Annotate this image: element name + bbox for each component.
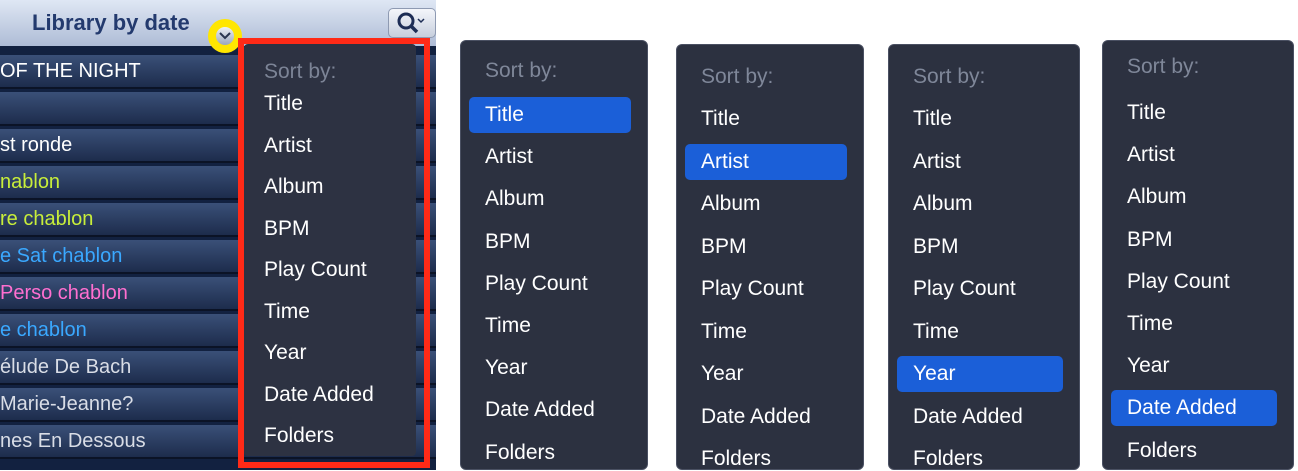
track-title: nes En Dessous	[0, 430, 146, 452]
sort-option-artist[interactable]: Artist	[264, 134, 312, 158]
sort-menu-header: Sort by:	[485, 59, 558, 82]
sort-option-title[interactable]: Title	[485, 103, 524, 127]
sort-option-date-added[interactable]: Date Added	[701, 405, 811, 429]
sort-option-time[interactable]: Time	[701, 320, 747, 344]
library-title: Library by date	[32, 10, 190, 35]
sort-menu-title-selected: Sort by: Title Artist Album BPM Play Count Tim…	[460, 40, 648, 470]
sort-option-time[interactable]: Time	[264, 300, 310, 324]
sort-option-title[interactable]: Title	[701, 107, 740, 131]
sort-option-folders[interactable]: Folders	[264, 424, 334, 448]
track-title: re chablon	[0, 208, 94, 230]
sort-menu-artist-selected: Sort by: Title Artist Album BPM Play Count Tim…	[676, 44, 864, 470]
sort-option-artist[interactable]: Artist	[1127, 143, 1175, 167]
chevron-down-icon	[219, 32, 231, 40]
sort-option-date-added[interactable]: Date Added	[485, 398, 595, 422]
sort-option-bpm[interactable]: BPM	[913, 235, 959, 259]
track-title: nablon	[0, 171, 61, 193]
sort-option-bpm[interactable]: BPM	[264, 217, 310, 241]
sort-option-artist[interactable]: Artist	[485, 145, 533, 169]
sort-option-play-count[interactable]: Play Count	[1127, 270, 1230, 294]
sort-option-bpm[interactable]: BPM	[1127, 228, 1173, 252]
sort-option-album[interactable]: Album	[701, 192, 761, 216]
track-title: OF THE NIGHT	[0, 60, 141, 82]
sort-option-play-count[interactable]: Play Count	[701, 277, 804, 301]
track-title: st ronde	[0, 134, 73, 156]
sort-menu-header: Sort by:	[1127, 55, 1200, 78]
sort-option-folders[interactable]: Folders	[913, 447, 983, 471]
sort-option-album[interactable]: Album	[485, 187, 545, 211]
search-button[interactable]	[388, 8, 436, 38]
track-title: Perso chablon	[0, 282, 128, 304]
sort-option-year[interactable]: Year	[913, 362, 955, 386]
sort-option-bpm[interactable]: BPM	[701, 235, 747, 259]
sort-option-album[interactable]: Album	[913, 192, 973, 216]
track-title: e chablon	[0, 319, 87, 341]
sort-option-bpm[interactable]: BPM	[485, 230, 531, 254]
sort-menu-annotated: Sort by: Title Artist Album BPM Play Count Ti…	[244, 44, 416, 456]
sort-option-album[interactable]: Album	[1127, 185, 1187, 209]
chevron-button	[216, 27, 234, 45]
sort-menu-year-selected: Sort by: Title Artist Album BPM Play Count Tim…	[888, 44, 1080, 470]
sort-option-year[interactable]: Year	[701, 362, 743, 386]
sort-option-folders[interactable]: Folders	[1127, 439, 1197, 463]
sort-option-date-added[interactable]: Date Added	[913, 405, 1023, 429]
sort-option-date-added[interactable]: Date Added	[264, 383, 374, 407]
track-title: élude De Bach	[0, 356, 132, 378]
track-title: e Sat chablon	[0, 245, 123, 267]
sort-option-title[interactable]: Title	[264, 92, 303, 116]
sort-option-year[interactable]: Year	[1127, 354, 1169, 378]
track-title: Marie-Jeanne?	[0, 393, 134, 415]
sort-menu-header: Sort by:	[264, 60, 337, 83]
search-icon	[397, 12, 425, 34]
sort-option-year[interactable]: Year	[485, 356, 527, 380]
sort-menu-header: Sort by:	[701, 65, 774, 88]
sort-option-time[interactable]: Time	[913, 320, 959, 344]
sort-option-title[interactable]: Title	[1127, 101, 1166, 125]
sort-option-play-count[interactable]: Play Count	[264, 258, 367, 282]
sort-option-play-count[interactable]: Play Count	[913, 277, 1016, 301]
sort-option-title[interactable]: Title	[913, 107, 952, 131]
sort-option-play-count[interactable]: Play Count	[485, 272, 588, 296]
sort-option-album[interactable]: Album	[264, 175, 324, 199]
sort-option-artist[interactable]: Artist	[701, 150, 749, 174]
sort-option-artist[interactable]: Artist	[913, 150, 961, 174]
sort-dropdown-toggle[interactable]	[208, 19, 242, 53]
sort-option-folders[interactable]: Folders	[701, 447, 771, 471]
sort-option-time[interactable]: Time	[485, 314, 531, 338]
sort-option-date-added[interactable]: Date Added	[1127, 396, 1237, 420]
sort-option-folders[interactable]: Folders	[485, 441, 555, 465]
sort-option-year[interactable]: Year	[264, 341, 306, 365]
sort-menu-header: Sort by:	[913, 65, 986, 88]
sort-option-time[interactable]: Time	[1127, 312, 1173, 336]
sort-menu-date-added-selected: Sort by: Title Artist Album BPM Play Count Tim…	[1102, 40, 1294, 470]
